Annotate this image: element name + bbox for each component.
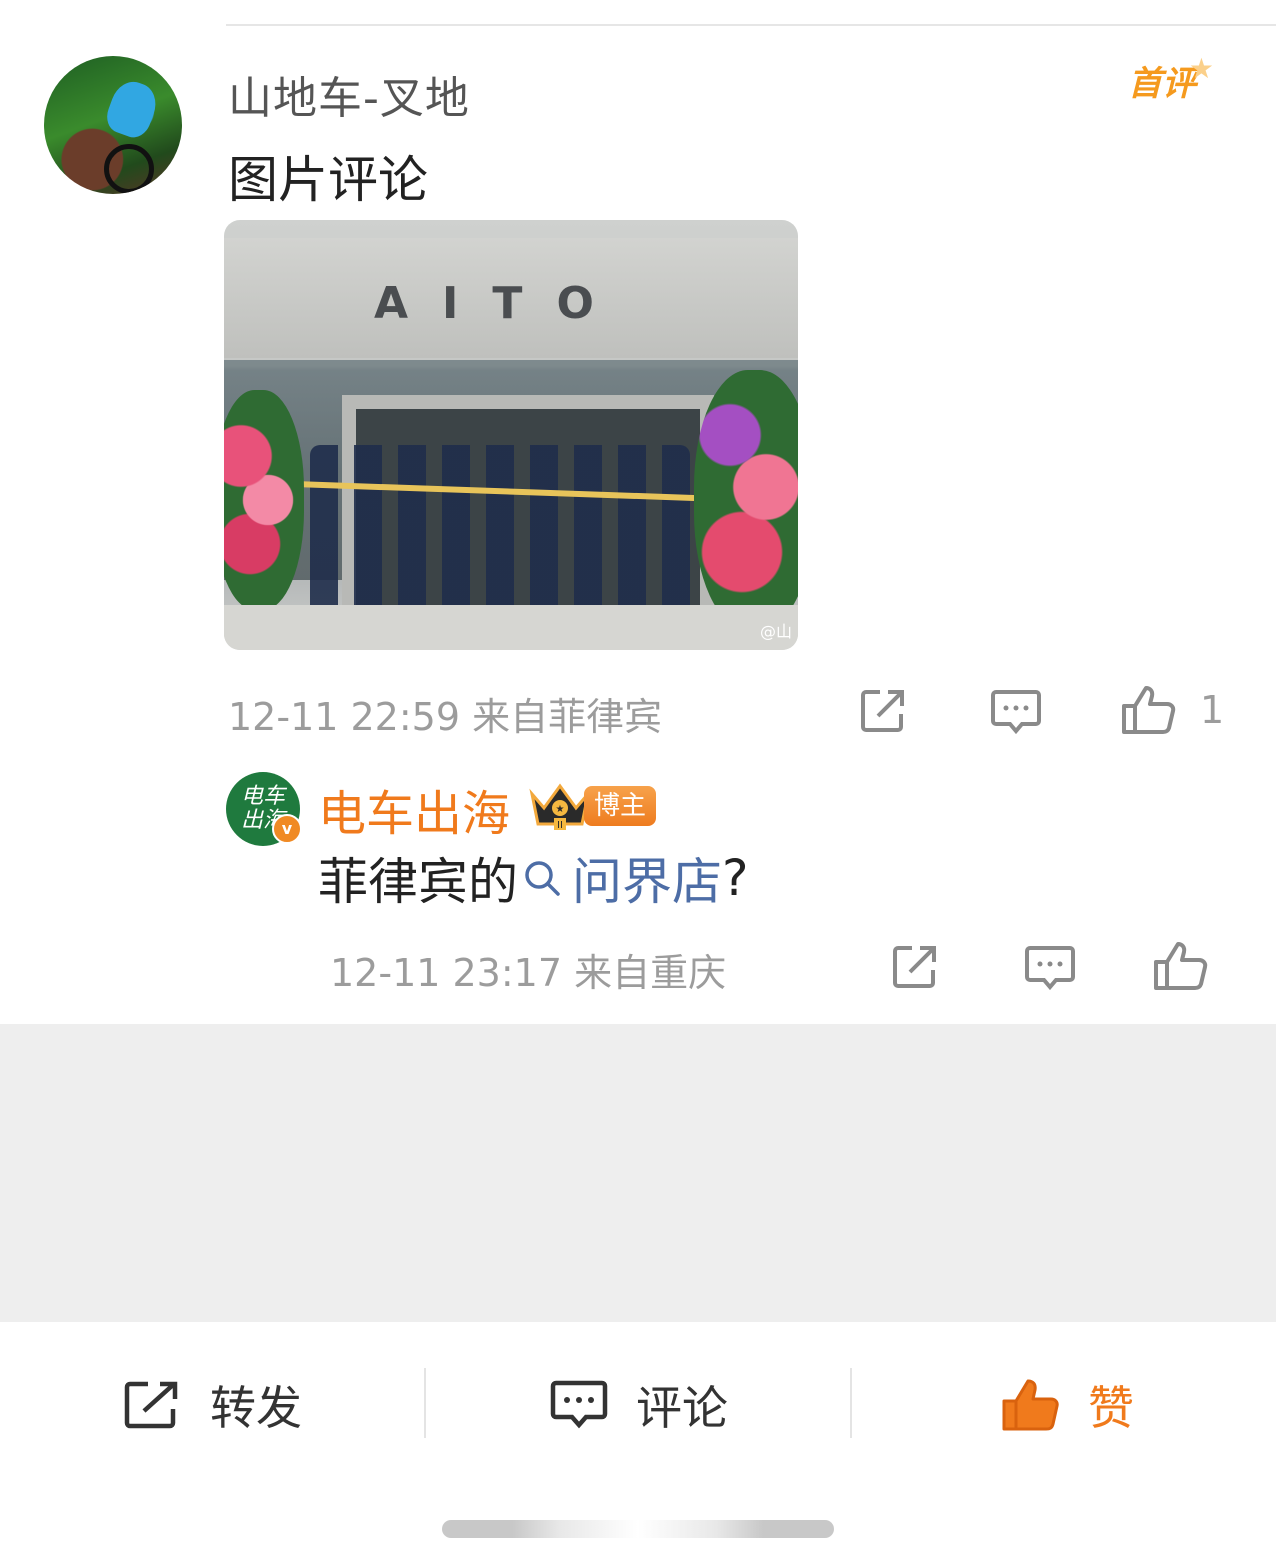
repost-icon bbox=[124, 1381, 178, 1429]
svg-text:★: ★ bbox=[556, 804, 565, 815]
avatar-wheel bbox=[104, 144, 154, 194]
repost-button[interactable]: 转发 bbox=[122, 1372, 302, 1438]
star-icon: ★ bbox=[1188, 52, 1214, 85]
comment-text: 图片评论 bbox=[228, 151, 428, 209]
bottom-action-bar: 转发 评论 赞 bbox=[0, 1322, 1276, 1490]
reply-avatar[interactable]: 电车出海 v bbox=[226, 772, 302, 846]
flower-stand-right bbox=[694, 370, 798, 630]
search-icon bbox=[525, 861, 560, 896]
divider bbox=[424, 1368, 426, 1438]
reply-username[interactable]: 电车出海 bbox=[318, 774, 510, 844]
reply-text-prefix: 菲律宾的 bbox=[318, 853, 518, 911]
first-comment-badge: 首评 ★ bbox=[1128, 52, 1214, 105]
comment-button[interactable]: 评论 bbox=[550, 1372, 728, 1438]
reply-share-icon[interactable] bbox=[890, 942, 940, 992]
divider bbox=[850, 1368, 852, 1438]
comment-label: 评论 bbox=[636, 1381, 728, 1435]
thumbs-up-icon bbox=[1002, 1379, 1059, 1431]
reply-text-suffix: ? bbox=[722, 849, 749, 907]
verified-badge-icon: v bbox=[272, 814, 302, 844]
reply-like-icon[interactable] bbox=[1152, 938, 1208, 994]
like-count: 1 bbox=[1200, 688, 1225, 732]
reply-text: 菲律宾的 问界店 ? bbox=[318, 842, 749, 914]
reply-meta: 12-11 23:17 来自重庆 bbox=[330, 951, 727, 995]
level-badge: II bbox=[557, 820, 563, 831]
ribbon-cutting-group bbox=[310, 445, 690, 615]
topic-link[interactable]: 问界店 bbox=[518, 842, 722, 914]
like-icon[interactable] bbox=[1120, 682, 1176, 738]
empty-area bbox=[0, 1024, 1276, 1322]
repost-label: 转发 bbox=[210, 1381, 302, 1435]
like-button[interactable]: 赞 bbox=[1000, 1372, 1134, 1438]
comment-icon[interactable] bbox=[990, 686, 1042, 736]
blogger-badge: 博主 bbox=[584, 786, 656, 826]
crown-icon: ★ II bbox=[528, 780, 592, 836]
comment-meta: 12-11 22:59 来自菲律宾 bbox=[228, 695, 663, 739]
comment-username[interactable]: 山地车-叉地 bbox=[228, 62, 470, 126]
top-divider bbox=[226, 24, 1276, 26]
like-label: 赞 bbox=[1088, 1381, 1134, 1435]
avatar-rider bbox=[102, 76, 162, 142]
first-comment-label: 首评 bbox=[1128, 64, 1196, 104]
reply-comment-icon[interactable] bbox=[1024, 942, 1076, 992]
flower-stand-left bbox=[224, 390, 304, 610]
home-indicator[interactable] bbox=[442, 1520, 834, 1538]
topic-label: 问界店 bbox=[572, 853, 722, 911]
store-brand-sign: AITO bbox=[374, 278, 628, 329]
store-floor bbox=[224, 605, 798, 650]
share-icon[interactable] bbox=[858, 686, 908, 736]
comment-icon bbox=[550, 1380, 608, 1429]
image-watermark: @山 bbox=[759, 622, 792, 641]
avatar[interactable] bbox=[44, 56, 182, 194]
comment-image[interactable]: AITO @山 bbox=[224, 220, 798, 650]
